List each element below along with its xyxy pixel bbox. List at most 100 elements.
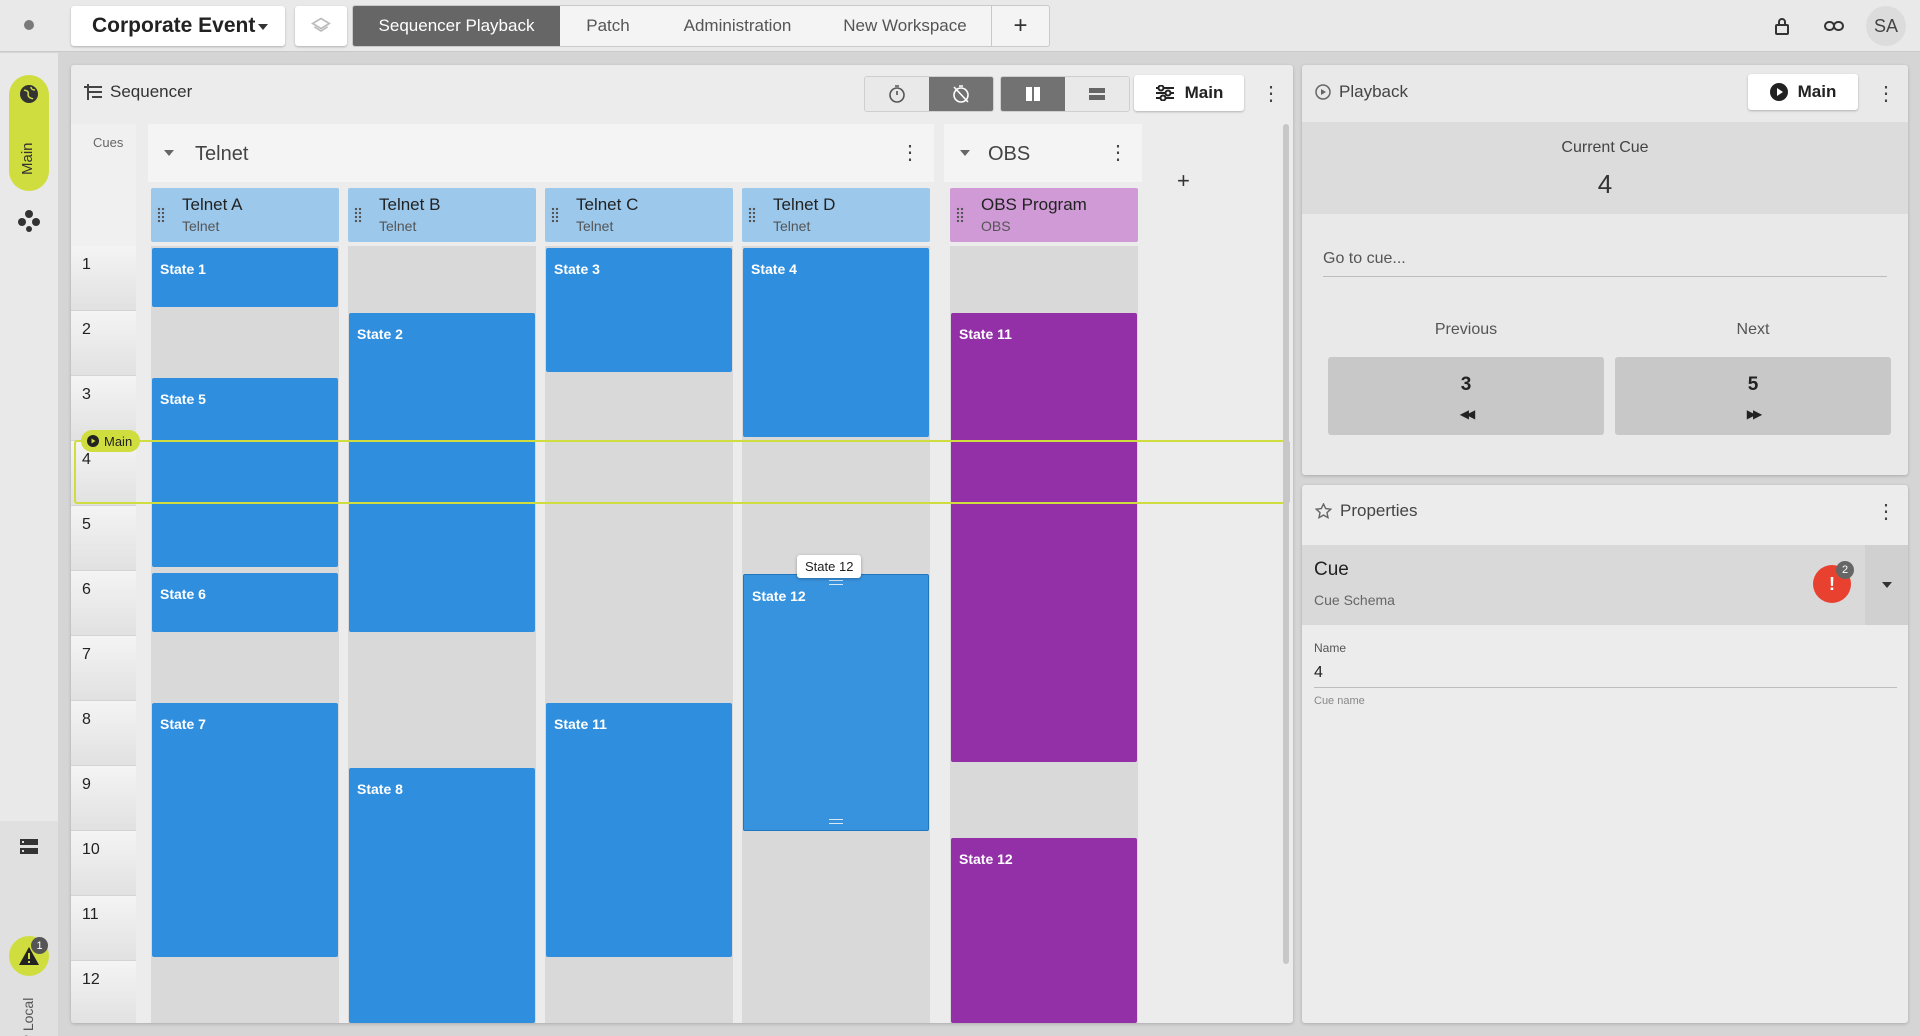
state-block[interactable]: State 1 xyxy=(152,248,338,307)
track-header[interactable]: Telnet B Telnet xyxy=(348,188,536,242)
cue-row[interactable]: 9 xyxy=(71,766,136,831)
tab-new-workspace[interactable]: New Workspace xyxy=(819,6,991,46)
warning-count-badge: 1 xyxy=(31,937,48,954)
rows-layout-button[interactable] xyxy=(1065,77,1129,111)
playback-menu-button[interactable]: ⋮ xyxy=(1876,82,1896,106)
user-avatar[interactable]: SA xyxy=(1866,6,1906,46)
main-cue-tag[interactable]: Main xyxy=(81,430,141,452)
sequencer-main-label: Main xyxy=(1184,83,1224,102)
timer-icon xyxy=(889,85,905,103)
columns-layout-button[interactable] xyxy=(1001,77,1065,111)
chevron-down-icon xyxy=(258,24,268,30)
cue-row[interactable]: 1 xyxy=(71,246,136,311)
properties-menu-button[interactable]: ⋮ xyxy=(1876,500,1896,524)
resize-handle-icon[interactable] xyxy=(829,580,843,585)
left-rail: Main 1 GP Local xyxy=(0,53,58,1036)
name-field[interactable]: 4 xyxy=(1314,658,1897,688)
current-cue-label: Current Cue xyxy=(1561,139,1649,156)
track-header[interactable]: OBS Program OBS xyxy=(950,188,1138,242)
sequencer-title-text: Sequencer xyxy=(110,82,193,101)
state-block[interactable]: State 11 xyxy=(951,313,1137,762)
goto-cue-input[interactable]: Go to cue... xyxy=(1323,245,1887,277)
cue-row[interactable]: 5 xyxy=(71,506,136,571)
group-header-telnet[interactable]: Telnet ⋮ xyxy=(148,124,934,182)
sequencer-main-button[interactable]: Main xyxy=(1134,75,1244,111)
sequencer-menu-button[interactable]: ⋮ xyxy=(1261,82,1281,106)
tab-administration[interactable]: Administration xyxy=(656,6,819,46)
cue-row[interactable]: 8 xyxy=(71,701,136,766)
state-block-selected[interactable]: State 12 xyxy=(743,574,929,831)
tab-sequencer-playback[interactable]: Sequencer Playback xyxy=(353,6,560,46)
state-block[interactable]: State 12 xyxy=(951,838,1137,1023)
group-name: OBS xyxy=(988,143,1031,165)
cues-label: Cues xyxy=(93,135,124,150)
cue-row[interactable]: 12 xyxy=(71,961,136,1023)
cue-row[interactable]: 6 xyxy=(71,571,136,636)
add-track-button[interactable]: + xyxy=(1177,168,1190,194)
properties-title-text: Properties xyxy=(1340,501,1418,520)
vertical-scrollbar[interactable] xyxy=(1283,124,1289,964)
state-block[interactable]: State 4 xyxy=(743,248,929,437)
globe-icon xyxy=(16,81,42,107)
drag-handle-icon[interactable] xyxy=(748,207,756,223)
playback-title-text: Playback xyxy=(1339,82,1408,101)
drag-handle-icon[interactable] xyxy=(551,207,559,223)
cue-number: 6 xyxy=(82,581,91,598)
drag-handle-icon[interactable] xyxy=(157,207,165,223)
state-label: State 3 xyxy=(554,261,600,277)
state-block[interactable]: State 6 xyxy=(152,573,338,632)
fast-forward-icon: ▶▶ xyxy=(1746,407,1762,421)
chevron-down-icon xyxy=(960,150,970,156)
state-label: State 1 xyxy=(160,261,206,277)
state-label: State 6 xyxy=(160,586,206,602)
cue-row[interactable]: 7 xyxy=(71,636,136,701)
nodes-button[interactable] xyxy=(17,209,41,233)
group-menu-button[interactable]: ⋮ xyxy=(900,141,920,165)
add-tab-button[interactable]: + xyxy=(991,6,1049,46)
drag-handle-icon[interactable] xyxy=(956,207,964,223)
next-cue-button[interactable]: 5 ▶▶ xyxy=(1615,357,1891,435)
layers-icon xyxy=(311,17,331,32)
lock-button[interactable] xyxy=(1768,12,1796,40)
layers-button[interactable] xyxy=(295,6,347,46)
link-button[interactable] xyxy=(1820,12,1848,40)
star-outline-icon xyxy=(1315,503,1332,519)
track-header[interactable]: Telnet D Telnet xyxy=(742,188,930,242)
track-name: Telnet D xyxy=(773,195,836,214)
track-header[interactable]: Telnet A Telnet xyxy=(151,188,339,242)
cue-row[interactable]: 2 xyxy=(71,311,136,376)
server-button[interactable] xyxy=(18,837,40,857)
timer-toggle-group xyxy=(864,76,994,112)
cue-schema-header[interactable]: Cue Cue Schema ! 2 xyxy=(1302,545,1908,625)
workspace-tabs: Sequencer Playback Patch Administration … xyxy=(352,5,1050,47)
group-header-obs[interactable]: OBS ⋮ xyxy=(944,124,1142,182)
state-label: State 11 xyxy=(959,326,1012,342)
state-block[interactable]: State 3 xyxy=(546,248,732,372)
sequencer-panel: Sequencer Main ⋮ Cues 1 2 3 4 5 6 7 8 9 … xyxy=(71,65,1293,1023)
group-menu-button[interactable]: ⋮ xyxy=(1108,141,1128,165)
rail-main-mode[interactable]: Main xyxy=(9,75,49,191)
state-block[interactable]: State 7 xyxy=(152,703,338,957)
resize-handle-icon[interactable] xyxy=(829,819,843,824)
cue-row[interactable]: 11 xyxy=(71,896,136,961)
nodes-icon xyxy=(18,210,40,232)
sequencer-icon xyxy=(84,84,102,100)
tab-patch[interactable]: Patch xyxy=(560,6,656,46)
sequencer-header: Sequencer Main ⋮ xyxy=(71,65,1293,122)
state-block[interactable]: State 8 xyxy=(349,768,535,1023)
timer-button[interactable] xyxy=(865,77,929,111)
cue-row[interactable]: 10 xyxy=(71,831,136,896)
sequencer-title: Sequencer xyxy=(84,82,192,102)
project-selector[interactable]: Corporate Event xyxy=(71,6,285,46)
track-header[interactable]: Telnet C Telnet xyxy=(545,188,733,242)
cue-number: 9 xyxy=(82,776,91,793)
drag-handle-icon[interactable] xyxy=(354,207,362,223)
state-block[interactable]: State 11 xyxy=(546,703,732,957)
expand-button[interactable] xyxy=(1865,545,1908,625)
previous-cue-button[interactable]: 3 ◀◀ xyxy=(1328,357,1604,435)
state-label: State 12 xyxy=(959,851,1013,867)
connection-label: GP Local xyxy=(20,997,36,1036)
timer-off-button[interactable] xyxy=(929,77,993,111)
playback-main-button[interactable]: Main xyxy=(1748,74,1858,110)
rows-icon xyxy=(1089,88,1105,100)
